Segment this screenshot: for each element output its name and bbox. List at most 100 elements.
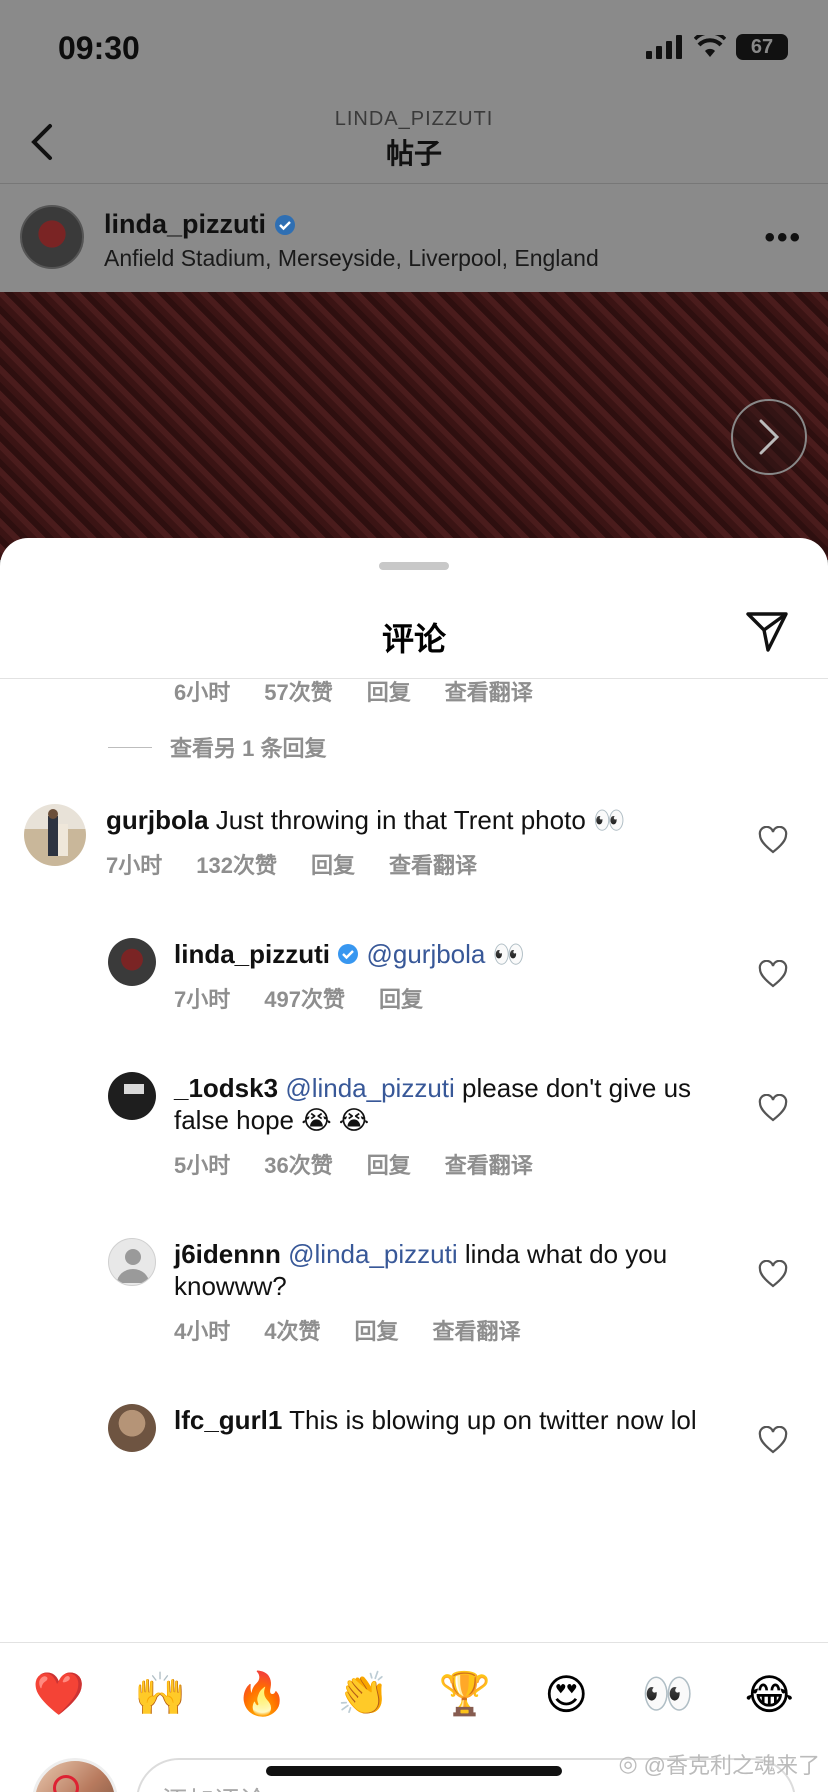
sheet-grabber[interactable]: [379, 562, 449, 570]
nav-subtitle: LINDA_PIZZUTI: [334, 108, 494, 130]
my-avatar[interactable]: [32, 1758, 118, 1792]
divider-line: [108, 746, 152, 748]
avatar-image: [48, 809, 68, 856]
comment-likes[interactable]: 4次赞: [264, 1314, 320, 1346]
translate-button[interactable]: 查看翻译: [389, 848, 477, 880]
like-heart-icon[interactable]: [758, 1260, 788, 1288]
emoji-heart-eyes-button[interactable]: 😍: [536, 1665, 596, 1725]
emoji-quick-bar: ❤️ 🙌 🔥 👏 🏆 😍 👀 😂: [0, 1642, 828, 1746]
comment-time: 4小时: [174, 1319, 231, 1344]
view-more-replies-label: 查看另 1 条回复: [170, 736, 327, 761]
reply-button[interactable]: 回复: [379, 982, 423, 1014]
more-horizontal-icon: •••: [764, 221, 802, 254]
avatar-decoration: [53, 1775, 79, 1792]
comment-text: This is blowing up on twitter now lol: [289, 1405, 697, 1435]
nav-title: 帖子: [385, 138, 442, 169]
emoji-raised-hands-button[interactable]: 🙌: [130, 1665, 190, 1725]
comment-likes[interactable]: 497次赞: [264, 982, 345, 1014]
post-author-username: linda_pizzuti: [104, 209, 266, 239]
reply-item: _1odsk3 @linda_pizzuti please don't give…: [0, 1072, 828, 1192]
mention-link[interactable]: @gurjbola: [366, 939, 485, 969]
reply-button[interactable]: 回复: [355, 1314, 399, 1346]
comment-body: j6idennn @linda_pizzuti linda what do yo…: [174, 1238, 714, 1302]
comment-meta: 6小时 57次赞 回复 查看翻译: [174, 679, 533, 707]
comment-time: 7小时: [174, 987, 231, 1012]
status-time: 09:30: [58, 30, 140, 66]
comment-list[interactable]: 6小时 57次赞 回复 查看翻译 查看另 1 条回复 gurjbola Just…: [0, 679, 828, 1642]
post-author-avatar[interactable]: [20, 205, 84, 269]
weibo-icon: ◎: [618, 1751, 638, 1776]
post-photo[interactable]: [0, 292, 828, 560]
home-indicator[interactable]: [266, 1766, 562, 1776]
like-heart-icon[interactable]: [758, 960, 788, 988]
translate-button[interactable]: 查看翻译: [433, 1314, 521, 1346]
comment-body: linda_pizzuti @gurjbola 👀: [174, 938, 714, 970]
commenter-avatar[interactable]: [108, 938, 156, 986]
wifi-icon: [694, 35, 726, 57]
reply-button[interactable]: 回复: [367, 679, 411, 707]
emoji-trophy-button[interactable]: 🏆: [435, 1665, 495, 1725]
avatar-image: [124, 1084, 144, 1094]
comments-sheet: 评论 6小时 57次赞 回复 查看翻译 查看另 1 条回复 gurjbola J…: [0, 538, 828, 1792]
commenter-avatar[interactable]: [108, 1072, 156, 1120]
status-bar: 09:30 67: [0, 0, 828, 100]
comment-time: 6小时: [174, 680, 231, 705]
like-heart-icon[interactable]: [758, 1426, 788, 1454]
translate-button[interactable]: 查看翻译: [445, 679, 533, 707]
sheet-title: 评论: [381, 621, 446, 657]
comment-body: _1odsk3 @linda_pizzuti please don't give…: [174, 1072, 724, 1136]
comment-item: gurjbola Just throwing in that Trent pho…: [0, 804, 828, 894]
view-more-replies-button[interactable]: 查看另 1 条回复: [108, 731, 326, 763]
like-heart-icon[interactable]: [758, 826, 788, 854]
comment-likes[interactable]: 132次赞: [196, 848, 277, 880]
comment-meta: 7小时 132次赞 回复 查看翻译: [106, 848, 477, 880]
reply-item: linda_pizzuti @gurjbola 👀 7小时 497次赞 回复: [0, 938, 828, 1028]
emoji-heart-button[interactable]: ❤️: [29, 1665, 89, 1725]
like-heart-icon[interactable]: [758, 1094, 788, 1122]
comment-username[interactable]: _1odsk3: [174, 1073, 278, 1103]
emoji-joy-button[interactable]: 😂: [739, 1665, 799, 1725]
reply-button[interactable]: 回复: [311, 848, 355, 880]
mention-link[interactable]: @linda_pizzuti: [285, 1073, 454, 1103]
watermark-text: @香克利之魂来了: [643, 1753, 820, 1778]
comment-likes[interactable]: 36次赞: [264, 1148, 332, 1180]
more-options-button[interactable]: •••: [764, 221, 802, 255]
comment-meta: 4小时 4次赞 回复 查看翻译: [174, 1314, 521, 1346]
commenter-avatar[interactable]: [108, 1404, 156, 1452]
emoji-fire-button[interactable]: 🔥: [232, 1665, 292, 1725]
next-photo-button[interactable]: [731, 399, 807, 475]
signal-icon: [646, 35, 682, 59]
comment-username[interactable]: lfc_gurl1: [174, 1405, 282, 1435]
comment-text: 👀: [492, 939, 525, 969]
status-icons: 67: [646, 34, 788, 60]
verified-badge-icon: [338, 944, 359, 964]
comment-body: gurjbola Just throwing in that Trent pho…: [106, 804, 706, 836]
verified-badge-icon: [275, 214, 295, 235]
comment-username[interactable]: j6idennn: [174, 1239, 281, 1269]
reply-button[interactable]: 回复: [367, 1148, 411, 1180]
emoji-eyes-button[interactable]: 👀: [638, 1665, 698, 1725]
translate-button[interactable]: 查看翻译: [445, 1148, 533, 1180]
commenter-avatar[interactable]: [108, 1238, 156, 1286]
post-author[interactable]: linda_pizzuti: [104, 209, 296, 240]
mention-link[interactable]: @linda_pizzuti: [288, 1239, 457, 1269]
share-button[interactable]: [744, 608, 790, 654]
comment-body: lfc_gurl1 This is blowing up on twitter …: [174, 1404, 714, 1436]
comment-time: 7小时: [106, 853, 163, 878]
comment-time: 5小时: [174, 1153, 231, 1178]
comment-username[interactable]: gurjbola: [106, 805, 209, 835]
reply-item: lfc_gurl1 This is blowing up on twitter …: [0, 1404, 828, 1524]
default-user-icon: [117, 1249, 149, 1283]
top-nav: LINDA_PIZZUTI 帖子: [0, 100, 828, 184]
post-location[interactable]: Anfield Stadium, Merseyside, Liverpool, …: [104, 245, 599, 272]
emoji-clap-button[interactable]: 👏: [333, 1665, 393, 1725]
comment-meta: 7小时 497次赞 回复: [174, 982, 423, 1014]
background-post-view: 09:30 67 LINDA_PIZZUTI 帖子 linda_pizzuti …: [0, 0, 828, 560]
chevron-right-icon: [759, 419, 780, 455]
post-header: linda_pizzuti Anfield Stadium, Merseysid…: [0, 185, 828, 291]
comment-likes[interactable]: 57次赞: [264, 679, 332, 707]
battery-icon: 67: [736, 34, 788, 60]
send-icon: [746, 612, 788, 652]
commenter-avatar[interactable]: [24, 804, 86, 866]
comment-username[interactable]: linda_pizzuti: [174, 939, 330, 969]
